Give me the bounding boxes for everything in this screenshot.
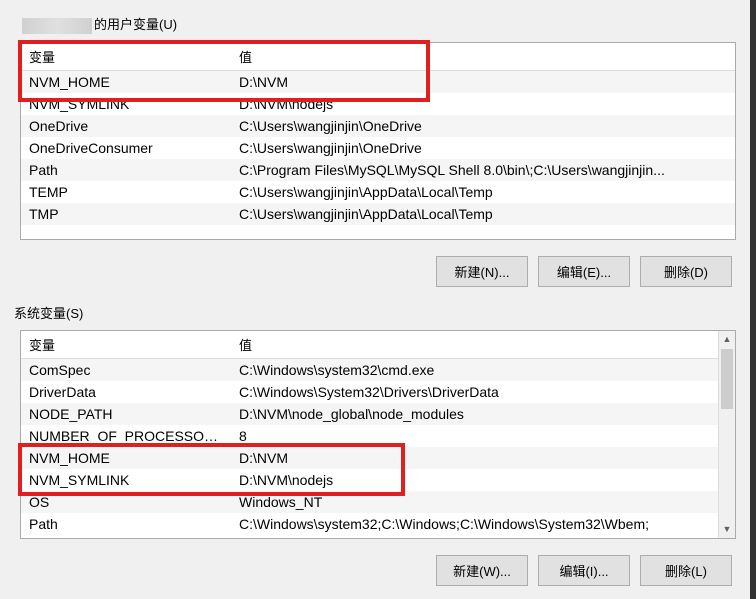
column-variable[interactable]: 变量	[21, 331, 231, 359]
user-vars-table[interactable]: 变量 值 NVM_HOMED:\NVM NVM_SYMLINKD:\NVM\no…	[21, 43, 735, 225]
table-row[interactable]: NVM_SYMLINKD:\NVM\nodejs	[21, 93, 735, 115]
table-row[interactable]: TEMPC:\Users\wangjinjin\AppData\Local\Te…	[21, 181, 735, 203]
table-row[interactable]: OneDriveC:\Users\wangjinjin\OneDrive	[21, 115, 735, 137]
edit-user-var-button[interactable]: 编辑(E)...	[538, 256, 630, 287]
table-row[interactable]: NODE_PATHD:\NVM\node_global\node_modules	[21, 403, 735, 425]
username-blurred	[22, 18, 92, 34]
system-vars-buttons: 新建(W)... 编辑(I)... 删除(L)	[12, 539, 744, 586]
delete-system-var-button[interactable]: 删除(L)	[640, 555, 732, 586]
system-vars-table[interactable]: 变量 值 ComSpecC:\Windows\system32\cmd.exe …	[21, 331, 735, 535]
system-vars-label: 系统变量(S)	[12, 297, 744, 330]
table-row[interactable]: NUMBER_OF_PROCESSORS8	[21, 425, 735, 447]
table-row[interactable]: TMPC:\Users\wangjinjin\AppData\Local\Tem…	[21, 203, 735, 225]
column-value[interactable]: 值	[231, 43, 735, 71]
column-value[interactable]: 值	[231, 331, 735, 359]
user-vars-table-wrapper: 变量 值 NVM_HOMED:\NVM NVM_SYMLINKD:\NVM\no…	[20, 42, 736, 240]
env-vars-dialog: 的用户变量(U) 变量 值 NVM_HOMED:\NVM NVM_SYMLINK…	[0, 0, 756, 586]
new-user-var-button[interactable]: 新建(N)...	[436, 256, 528, 287]
user-vars-label: 的用户变量(U)	[12, 8, 744, 42]
table-row[interactable]: NVM_HOMED:\NVM	[21, 70, 735, 93]
table-row[interactable]: PathC:\Windows\system32;C:\Windows;C:\Wi…	[21, 513, 735, 535]
table-row[interactable]: ComSpecC:\Windows\system32\cmd.exe	[21, 358, 735, 381]
table-row[interactable]: OneDriveConsumerC:\Users\wangjinjin\OneD…	[21, 137, 735, 159]
scroll-down-arrow[interactable]: ▼	[719, 521, 735, 538]
window-right-edge	[750, 0, 756, 599]
user-vars-buttons: 新建(N)... 编辑(E)... 删除(D)	[12, 240, 744, 297]
scroll-thumb[interactable]	[721, 349, 733, 409]
delete-user-var-button[interactable]: 删除(D)	[640, 256, 732, 287]
table-row[interactable]: NVM_SYMLINKD:\NVM\nodejs	[21, 469, 735, 491]
table-row[interactable]: OSWindows_NT	[21, 491, 735, 513]
edit-system-var-button[interactable]: 编辑(I)...	[538, 555, 630, 586]
scroll-up-arrow[interactable]: ▲	[719, 331, 735, 348]
new-system-var-button[interactable]: 新建(W)...	[436, 555, 528, 586]
column-variable[interactable]: 变量	[21, 43, 231, 71]
vertical-scrollbar[interactable]: ▲ ▼	[718, 331, 735, 538]
system-vars-table-wrapper: 变量 值 ComSpecC:\Windows\system32\cmd.exe …	[20, 330, 736, 539]
table-row[interactable]: DriverDataC:\Windows\System32\Drivers\Dr…	[21, 381, 735, 403]
table-row[interactable]: NVM_HOMED:\NVM	[21, 447, 735, 469]
table-row[interactable]: PathC:\Program Files\MySQL\MySQL Shell 8…	[21, 159, 735, 181]
